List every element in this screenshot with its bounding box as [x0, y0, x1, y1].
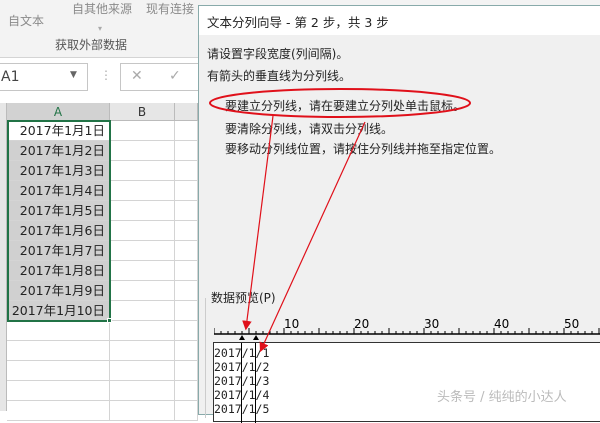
annotation-arrow: [242, 115, 274, 331]
annotation-layer: [209, 88, 471, 353]
highlight-ellipse: [209, 88, 471, 118]
annotation-arrow: [259, 121, 366, 353]
watermark: 头条号 / 纯纯的小达人: [437, 390, 567, 405]
